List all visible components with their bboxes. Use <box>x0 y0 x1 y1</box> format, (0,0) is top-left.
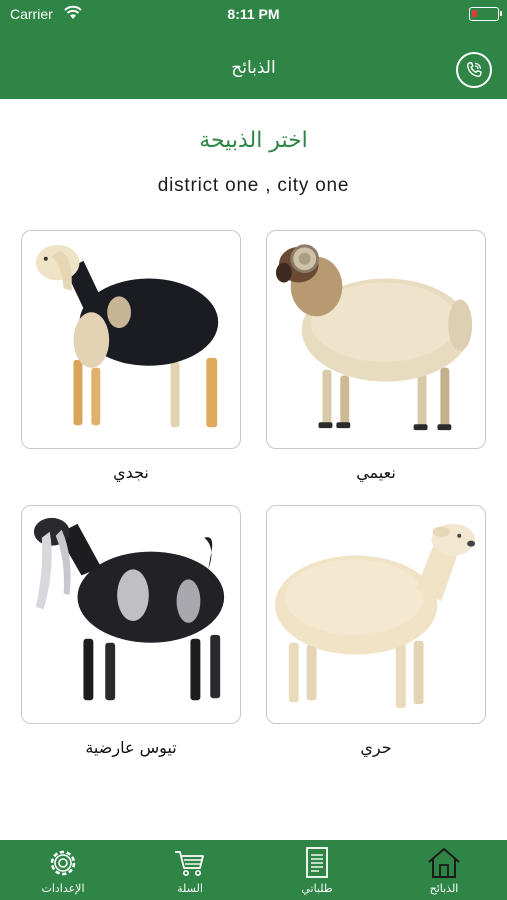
tab-orders[interactable]: طلباتي <box>254 840 380 900</box>
najdi-sheep-image <box>35 244 219 428</box>
tab-cart-label: السلة <box>177 882 203 895</box>
tab-cart[interactable]: السلة <box>127 840 253 900</box>
status-time: 8:11 PM <box>227 6 280 22</box>
call-button[interactable] <box>456 52 492 88</box>
battery-level <box>472 10 477 17</box>
sacrifice-label-harri: حري <box>360 738 392 757</box>
home-icon <box>428 848 460 878</box>
phone-icon <box>467 61 482 77</box>
sacrifice-label-aradi: تيوس عارضية <box>85 738 177 757</box>
battery-icon <box>469 7 502 21</box>
tab-settings-label: الإعدادات <box>41 882 85 895</box>
tab-settings[interactable]: الإعدادات <box>0 840 126 900</box>
choose-sacrifice-heading: اختر الذبيحة <box>199 128 308 153</box>
location-label: district one , city one <box>157 175 350 196</box>
page-title: الذبائح <box>231 58 276 78</box>
tab-sacrifices-label: الذبائح <box>429 882 459 895</box>
aradi-goat-image <box>33 517 225 701</box>
tab-bar: الإعدادات السلة طلباتي الذبائح <box>0 840 507 900</box>
sacrifice-label-naeemi: نعيمي <box>356 463 396 482</box>
cart-icon <box>175 851 204 876</box>
sacrifice-card-najdi[interactable]: نجدي <box>21 230 241 482</box>
tab-sacrifices[interactable]: الذبائح <box>381 840 507 900</box>
gear-icon <box>50 850 76 876</box>
sacrifice-label-najdi: نجدي <box>113 463 149 482</box>
sacrifice-card-naeemi[interactable]: نعيمي <box>266 230 486 482</box>
nav-bar: الذبائح <box>0 30 507 99</box>
status-bar: Carrier 8:11 PM <box>0 0 507 30</box>
naeemi-sheep-image <box>275 244 473 431</box>
sacrifice-card-aradi[interactable]: تيوس عارضية <box>21 505 241 757</box>
tab-orders-label: طلباتي <box>301 882 333 895</box>
sacrifice-card-harri[interactable]: حري <box>266 505 486 757</box>
orders-icon <box>306 847 328 878</box>
harri-sheep-image <box>274 523 476 709</box>
